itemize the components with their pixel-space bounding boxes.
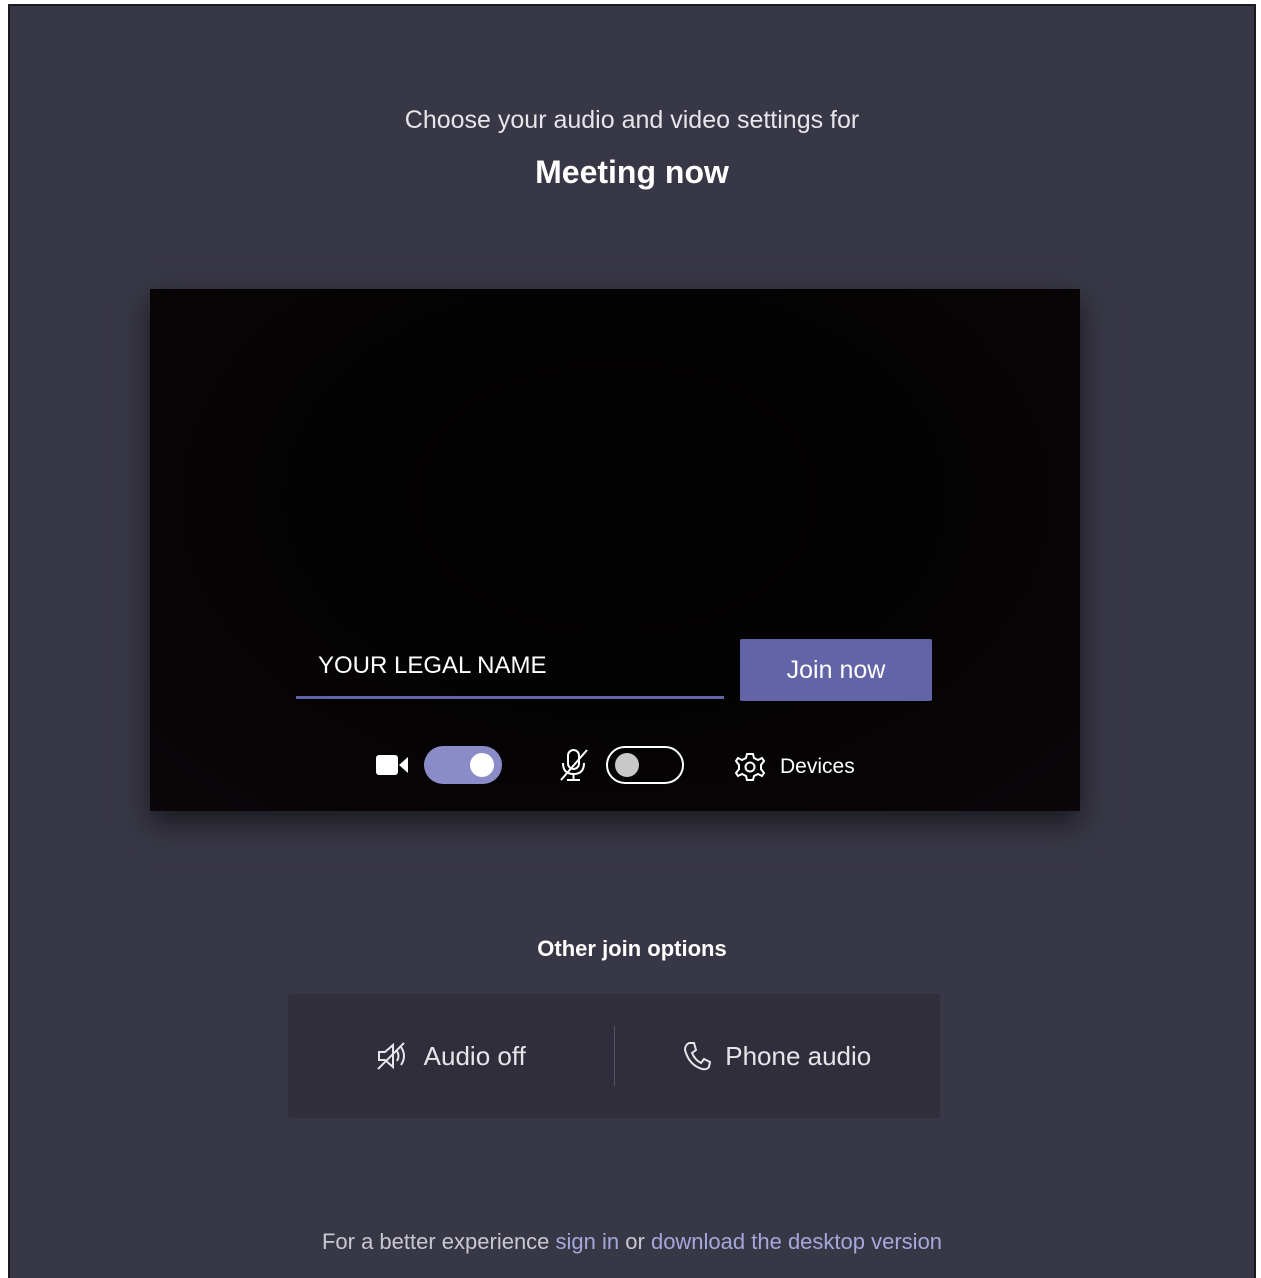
gear-icon <box>734 751 766 783</box>
download-desktop-link[interactable]: download the desktop version <box>651 1229 942 1254</box>
speaker-off-icon <box>376 1041 424 1071</box>
join-now-button[interactable]: Join now <box>740 639 932 701</box>
meeting-title: Meeting now <box>535 154 729 190</box>
microphone-toggle[interactable] <box>606 746 684 784</box>
phone-icon <box>683 1041 725 1071</box>
other-join-options: Audio off Phone audio <box>288 994 940 1118</box>
footer-prefix: For a better experience <box>321 1229 550 1254</box>
mic-off-icon <box>558 748 590 782</box>
toggle-knob <box>615 753 639 777</box>
join-screen: Choose your audio and video settings for… <box>8 4 1256 1278</box>
other-join-options-title: Other join options <box>537 936 727 961</box>
audio-off-option[interactable]: Audio off <box>288 994 614 1118</box>
camera-toggle[interactable] <box>424 746 502 784</box>
video-camera-icon <box>376 754 410 776</box>
camera-control <box>376 746 502 784</box>
sign-in-link[interactable]: sign in <box>556 1229 620 1254</box>
settings-subtitle: Choose your audio and video settings for <box>404 106 860 134</box>
microphone-control <box>558 746 684 784</box>
phone-audio-option[interactable]: Phone audio <box>615 994 941 1118</box>
name-input[interactable] <box>296 635 724 699</box>
video-preview: Join now <box>150 289 1080 811</box>
audio-off-label: Audio off <box>423 1040 526 1071</box>
footer-text: For a better experience sign in or downl… <box>10 1229 1254 1255</box>
devices-button[interactable]: Devices <box>734 751 855 783</box>
footer-middle: or <box>625 1229 645 1254</box>
toggle-knob <box>470 753 494 777</box>
devices-label: Devices <box>780 755 855 778</box>
phone-audio-label: Phone audio <box>725 1040 872 1071</box>
